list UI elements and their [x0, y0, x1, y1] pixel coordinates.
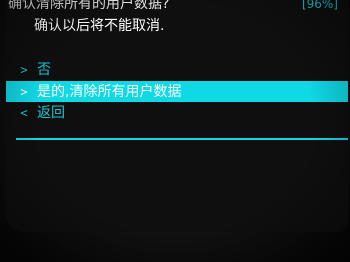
- chevron-left-icon: <: [20, 106, 28, 120]
- confirm-title: 确认清除所有的用户数据?: [8, 0, 170, 12]
- battery-indicator: [96%]: [301, 0, 338, 11]
- menu-item-back[interactable]: < 返回: [6, 102, 348, 124]
- chevron-right-icon: >: [20, 84, 28, 99]
- recovery-screen: 确认清除所有的用户数据? [96%] 确认以后将不能取消. > 否 > 是的,清…: [6, 0, 348, 232]
- menu-item-no[interactable]: > 否: [6, 59, 348, 81]
- warning-subtitle: 确认以后将不能取消.: [34, 18, 165, 34]
- menu-item-yes-wipe[interactable]: > 是的,清除所有用户数据: [6, 81, 348, 102]
- chevron-right-icon: >: [20, 63, 28, 77]
- menu-item-label: 否: [37, 62, 51, 78]
- menu-item-label: 返回: [37, 105, 65, 121]
- recovery-menu: > 否 > 是的,清除所有用户数据 < 返回: [6, 59, 348, 124]
- menu-item-label: 是的,清除所有用户数据: [37, 83, 182, 100]
- menu-divider: [16, 138, 348, 140]
